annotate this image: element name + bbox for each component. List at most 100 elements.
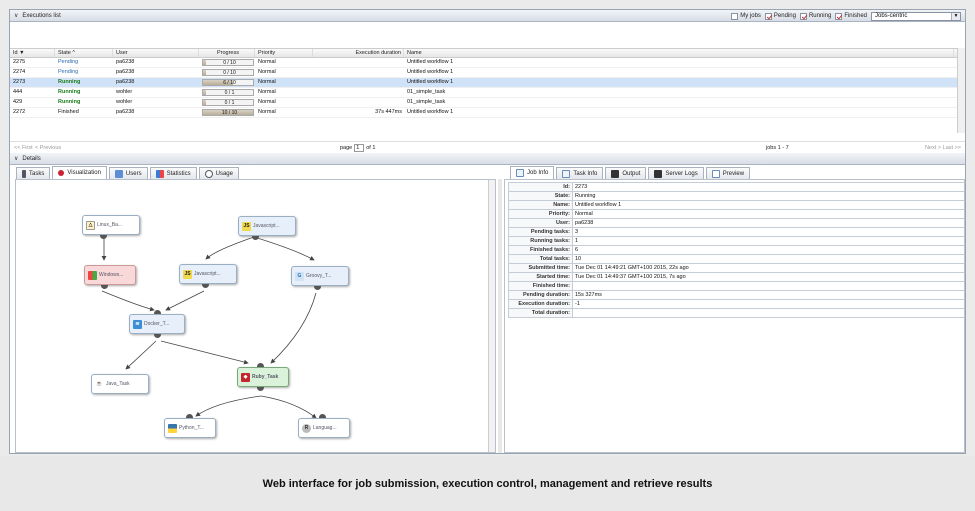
cell-duration [313,58,404,67]
info-value: Tue Dec 01 14:49:21 GMT+100 2015, 22s ag… [572,263,965,273]
table-row[interactable]: 444 Running wohler 0 / 1 Normal 01_simple_tas… [10,88,965,98]
info-row: Name: Untitled workflow 1 [508,200,965,210]
grid-scrollbar[interactable] [957,48,965,133]
node-language[interactable]: R Languag... [298,418,350,438]
node-python[interactable]: Python_T... [164,418,216,438]
info-value: 2273 [572,182,965,192]
info-row: Started time: Tue Dec 01 14:49:37 GMT+100… [508,272,965,282]
tab-tasks[interactable]: Tasks [16,167,51,179]
progress-bar: 0 / 10 [202,69,254,76]
cell-state: Running [58,99,81,105]
info-row: Execution duration: -1 [508,299,965,309]
cell-duration [313,88,404,97]
figure-caption: Web interface for job submission, execut… [0,456,975,511]
col-name[interactable]: Name [404,49,954,57]
cell-state: Finished [58,109,79,115]
node-docker[interactable]: ≋ Docker_T... [129,314,185,334]
tab-users[interactable]: Users [108,167,148,179]
node-groovy[interactable]: G Groovy_T... [291,266,349,286]
info-row: Submitted time: Tue Dec 01 14:49:21 GMT+1… [508,263,965,273]
cell-name: Untitled workflow 1 [407,69,454,75]
col-duration[interactable]: Execution duration [313,49,404,57]
previous-link[interactable]: < Previous [35,145,61,151]
tab-output[interactable]: Output [605,167,647,179]
cell-priority: Normal [258,99,276,105]
cell-priority: Normal [258,89,276,95]
table-row[interactable]: 2273 Running pa6238 6 / 10 Normal Untitled wo… [10,78,965,88]
view-select[interactable]: Jobs-centric ▼ [871,11,961,21]
next-last-links[interactable]: Next > Last >> [925,145,961,151]
cell-user: wohler [116,89,133,95]
col-user[interactable]: User [113,49,199,57]
cell-user: pa6238 [116,59,135,65]
info-row: Pending duration: 15s 327ms [508,290,965,300]
collapse-icon[interactable]: ∨ [14,155,18,162]
tab-label: Usage [215,170,233,177]
cell-progress: 0 / 10 [199,58,255,67]
node-javascript-2[interactable]: JS Javascript... [179,264,237,284]
progress-bar: 0 / 1 [202,99,254,106]
progress-text: 0 / 10 [223,60,236,66]
tab-task-info[interactable]: Task Info [556,167,604,179]
tab-preview[interactable]: Preview [705,167,751,179]
node-java[interactable]: ☕ Java_Task [91,374,149,394]
finished-filter[interactable]: Finished [835,12,867,20]
port [186,414,193,418]
col-progress[interactable]: Progress [199,49,255,57]
panel-splitter[interactable] [498,179,502,453]
tab-label: Visualization [67,170,101,176]
col-priority[interactable]: Priority [255,49,313,57]
info-key: User: [508,218,573,228]
next-link[interactable]: Next > [925,145,941,151]
node-label: Languag... [313,425,337,431]
page-input[interactable]: 1 [354,143,365,152]
info-row: User: pa6238 [508,218,965,228]
info-key: Started time: [508,272,573,282]
table-row[interactable]: 429 Running wohler 0 / 1 Normal 01_simple_tas… [10,98,965,108]
first-link[interactable]: << First [14,145,33,151]
info-value: Tue Dec 01 14:49:37 GMT+100 2015, 7s ago [572,272,965,282]
my-jobs-filter[interactable]: My jobs [731,12,761,20]
cell-user: pa6238 [116,109,135,115]
info-value [572,308,965,318]
info-key: Id: [508,182,573,192]
info-key: Finished tasks: [508,245,573,255]
chevron-down-icon[interactable]: ▼ [951,12,960,20]
tab-visualization[interactable]: Visualization [52,166,107,179]
info-row: State: Running [508,191,965,201]
pending-checkbox[interactable] [764,12,772,20]
col-state[interactable]: State ^ [55,49,113,57]
last-link[interactable]: Last >> [943,145,961,151]
info-value: Running [572,191,965,201]
pending-filter[interactable]: Pending [764,12,796,20]
info-row: Priority: Normal [508,209,965,219]
tab-server-logs[interactable]: Server Logs [648,167,704,179]
col-id[interactable]: Id ▼ [10,49,55,57]
tab-statistics[interactable]: Statistics [149,167,197,179]
tab-job-info[interactable]: Job Info [510,166,555,179]
node-javascript-1[interactable]: JS Javascript... [238,216,296,236]
cell-priority: Normal [258,109,276,115]
node-label: Docker_T... [144,321,170,327]
tab-usage[interactable]: Usage [198,167,239,179]
finished-checkbox[interactable] [835,12,843,20]
table-row[interactable]: 2274 Pending pa6238 0 / 10 Normal Untitled wo… [10,68,965,78]
node-ruby[interactable]: ◆ Ruby_Task [237,367,289,387]
port [319,414,326,418]
collapse-icon[interactable]: ∨ [14,12,18,19]
my-jobs-checkbox[interactable] [731,12,739,20]
running-checkbox[interactable] [799,12,807,20]
table-row[interactable]: 2272 Finished pa6238 10 / 10 Normal 37s 447ms… [10,108,965,118]
info-value: Untitled workflow 1 [572,200,965,210]
edge [253,236,315,261]
visualization-scrollbar[interactable] [488,180,495,452]
details-header[interactable]: ∨ Details [10,153,965,165]
grid-body: 2275 Pending pa6238 0 / 10 Normal Untitled wo… [10,58,965,118]
running-filter[interactable]: Running [799,12,831,20]
executions-header[interactable]: ∨ Executions list My jobs Pending Runnin… [10,10,965,22]
table-row[interactable]: 2275 Pending pa6238 0 / 10 Normal Untitled wo… [10,58,965,68]
info-value: pa6238 [572,218,965,228]
info-key: Pending duration: [508,290,573,300]
node-linux[interactable]: △ Linux_Ba... [82,215,140,235]
node-windows[interactable]: Windows... [84,265,136,285]
